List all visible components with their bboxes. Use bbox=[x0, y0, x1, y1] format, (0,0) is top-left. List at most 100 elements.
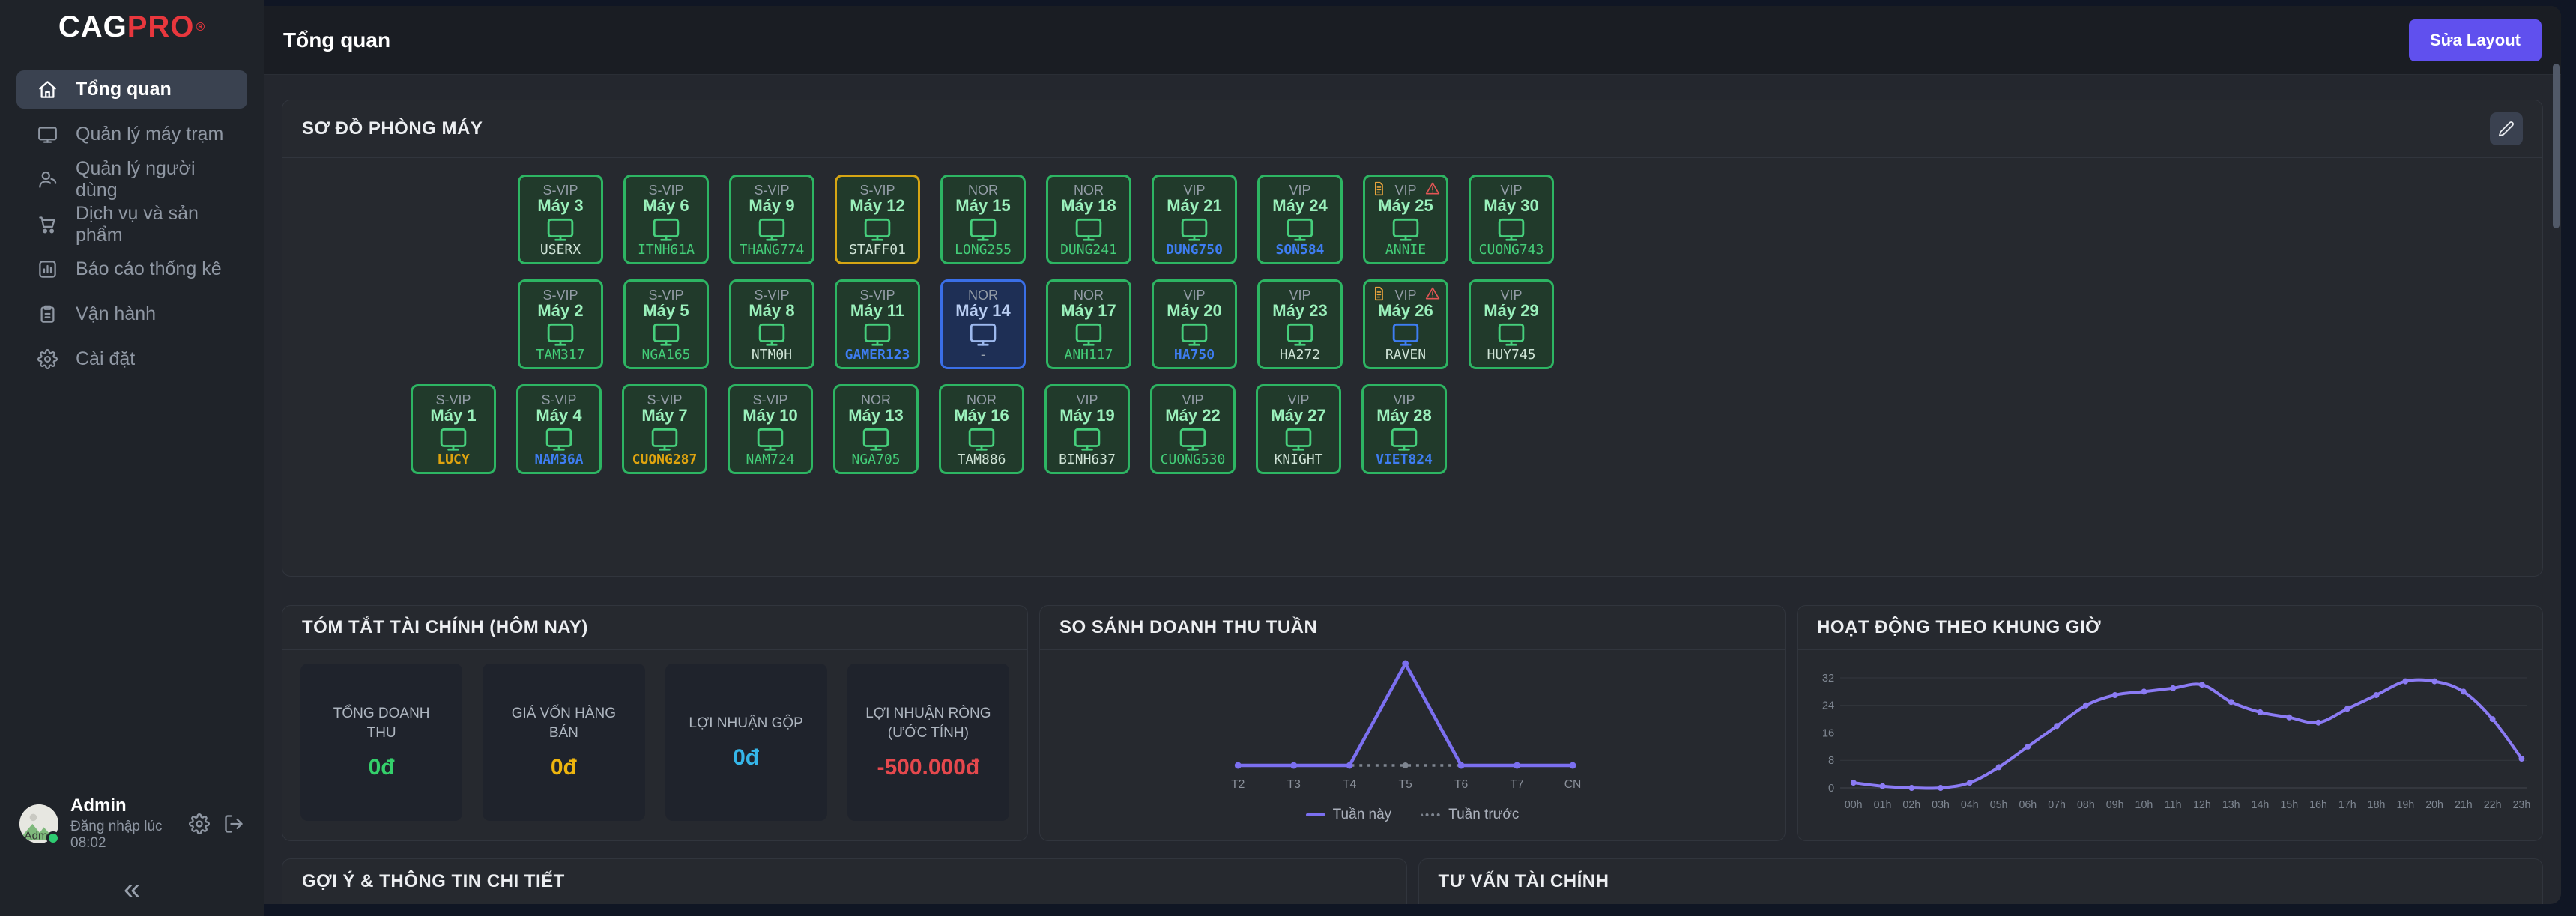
svg-text:18h: 18h bbox=[2368, 799, 2386, 811]
machine-username: CUONG287 bbox=[632, 453, 698, 467]
machine-name: Máy 1 bbox=[430, 407, 476, 425]
machine-name: Máy 30 bbox=[1484, 197, 1538, 215]
machine-tier: NOR bbox=[1074, 183, 1104, 197]
sidebar-item-report[interactable]: Báo cáo thống kê bbox=[16, 250, 247, 288]
finance-card-value: 0đ bbox=[369, 755, 395, 780]
monitor-icon bbox=[543, 425, 575, 453]
machine-card-máy-16[interactable]: NORMáy 16TAM886 bbox=[939, 384, 1024, 474]
machine-name: Máy 6 bbox=[643, 197, 689, 215]
monitor-icon bbox=[1179, 215, 1210, 243]
machine-name: Máy 12 bbox=[850, 197, 904, 215]
machine-card-máy-19[interactable]: VIPMáy 19BINH637 bbox=[1044, 384, 1130, 474]
machine-card-máy-10[interactable]: S-VIPMáy 10NAM724 bbox=[728, 384, 813, 474]
hour-chart-svg: 0816243200h01h02h03h04h05h06h07h08h09h10… bbox=[1802, 653, 2538, 827]
users-icon bbox=[37, 169, 58, 189]
machine-card-máy-5[interactable]: S-VIPMáy 5NGA165 bbox=[623, 279, 709, 369]
machine-username: BINH637 bbox=[1059, 453, 1116, 467]
monitor-icon bbox=[755, 425, 786, 453]
machine-username: DUNG241 bbox=[1060, 243, 1117, 257]
vertical-scrollbar-thumb[interactable] bbox=[2553, 64, 2560, 228]
machine-card-máy-22[interactable]: VIPMáy 22CUONG530 bbox=[1150, 384, 1236, 474]
machine-card-máy-6[interactable]: S-VIPMáy 6ITNH61A bbox=[623, 175, 709, 264]
machine-card-máy-18[interactable]: NORMáy 18DUNG241 bbox=[1046, 175, 1131, 264]
sidebar-item-label: Báo cáo thống kê bbox=[76, 258, 222, 280]
monitor-icon bbox=[1390, 215, 1421, 243]
svg-text:Adm: Adm bbox=[25, 829, 48, 842]
svg-text:15h: 15h bbox=[2280, 799, 2298, 811]
machine-tier: VIP bbox=[1182, 393, 1203, 407]
sidebar-item-monitor[interactable]: Quản lý máy trạm bbox=[16, 115, 247, 154]
finance-card: TỔNG DOANH THU 0đ bbox=[300, 664, 462, 821]
svg-text:06h: 06h bbox=[2019, 799, 2037, 811]
machine-card-máy-27[interactable]: VIPMáy 27KNIGHT bbox=[1256, 384, 1341, 474]
machine-name: Máy 14 bbox=[955, 302, 1010, 320]
sidebar-item-label: Dịch vụ và sản phẩm bbox=[76, 203, 226, 246]
hourly-activity-header: HOẠT ĐỘNG THEO KHUNG GIỜ bbox=[1798, 606, 2542, 650]
monitor-icon bbox=[862, 320, 893, 348]
machine-tier: NOR bbox=[861, 393, 891, 407]
machine-name: Máy 9 bbox=[749, 197, 794, 215]
report-icon bbox=[37, 259, 58, 279]
machine-card-máy-26[interactable]: VIPMáy 26RAVEN bbox=[1363, 279, 1448, 369]
sidebar-collapse-button[interactable]: « bbox=[106, 874, 158, 904]
machine-username: CUONG530 bbox=[1161, 453, 1226, 467]
sidebar-item-clipboard[interactable]: Vận hành bbox=[16, 295, 247, 333]
sidebar-nav: Tổng quan Quản lý máy trạm Quản lý người d… bbox=[0, 55, 264, 385]
machine-card-máy-21[interactable]: VIPMáy 21DUNG750 bbox=[1152, 175, 1237, 264]
machine-card-máy-14[interactable]: NORMáy 14- bbox=[940, 279, 1026, 369]
edit-layout-button[interactable]: Sửa Layout bbox=[2409, 19, 2542, 61]
monitor-icon bbox=[650, 320, 682, 348]
machine-card-máy-28[interactable]: VIPMáy 28VIET824 bbox=[1361, 384, 1447, 474]
machine-card-máy-4[interactable]: S-VIPMáy 4NAM36A bbox=[516, 384, 602, 474]
machine-card-máy-30[interactable]: VIPMáy 30CUONG743 bbox=[1469, 175, 1554, 264]
sidebar-item-gear[interactable]: Cài đặt bbox=[16, 340, 247, 378]
bottom-row: GỢI Ý & THÔNG TIN CHI TIẾT TƯ VẤN TÀI CH… bbox=[282, 858, 2543, 904]
sidebar-item-home[interactable]: Tổng quan bbox=[16, 70, 247, 109]
finance-card-label: TỔNG DOANH THU bbox=[317, 704, 446, 742]
machine-card-máy-13[interactable]: NORMáy 13NGA705 bbox=[833, 384, 919, 474]
monitor-icon bbox=[756, 320, 787, 348]
svg-text:07h: 07h bbox=[2048, 799, 2066, 811]
machine-card-máy-11[interactable]: S-VIPMáy 11GAMER123 bbox=[835, 279, 920, 369]
machine-name: Máy 28 bbox=[1376, 407, 1431, 425]
sidebar-item-label: Cài đặt bbox=[76, 348, 135, 370]
machine-card-máy-9[interactable]: S-VIPMáy 9THANG774 bbox=[729, 175, 814, 264]
machine-card-máy-3[interactable]: S-VIPMáy 3USERX bbox=[518, 175, 603, 264]
machine-tier: NOR bbox=[968, 288, 998, 302]
svg-text:T3: T3 bbox=[1287, 778, 1301, 791]
dashboard-row: TÓM TẮT TÀI CHÍNH (HÔM NAY) TỔNG DOANH T… bbox=[282, 605, 2543, 841]
logout-icon[interactable] bbox=[223, 813, 244, 834]
machine-name: Máy 26 bbox=[1378, 302, 1433, 320]
machine-card-máy-17[interactable]: NORMáy 17ANH117 bbox=[1046, 279, 1131, 369]
machine-tier: VIP bbox=[1393, 393, 1415, 407]
svg-text:23h: 23h bbox=[2513, 799, 2531, 811]
machine-tier: S-VIP bbox=[859, 288, 895, 302]
machine-card-máy-7[interactable]: S-VIPMáy 7CUONG287 bbox=[622, 384, 707, 474]
monitor-icon bbox=[1496, 320, 1527, 348]
machine-card-máy-25[interactable]: VIPMáy 25ANNIE bbox=[1363, 175, 1448, 264]
machine-card-máy-24[interactable]: VIPMáy 24SON584 bbox=[1257, 175, 1343, 264]
svg-text:16: 16 bbox=[1822, 727, 1834, 739]
monitor-icon bbox=[545, 320, 576, 348]
monitor-icon bbox=[860, 425, 892, 453]
svg-text:T6: T6 bbox=[1454, 778, 1469, 791]
content: SƠ ĐỒ PHÒNG MÁY S-VIPMáy 3USERXS-VIPMáy … bbox=[264, 75, 2561, 904]
settings-icon[interactable] bbox=[189, 813, 210, 834]
machine-card-máy-8[interactable]: S-VIPMáy 8NTM0H bbox=[729, 279, 814, 369]
machine-card-máy-2[interactable]: S-VIPMáy 2TAM317 bbox=[518, 279, 603, 369]
svg-text:17h: 17h bbox=[2338, 799, 2356, 811]
machine-tier: NOR bbox=[967, 393, 997, 407]
svg-text:CN: CN bbox=[1564, 778, 1582, 791]
machine-card-máy-1[interactable]: S-VIPMáy 1LUCY bbox=[411, 384, 496, 474]
sidebar-item-users[interactable]: Quản lý người dùng bbox=[16, 160, 247, 198]
machine-name: Máy 7 bbox=[641, 407, 687, 425]
sidebar-item-cart[interactable]: Dịch vụ và sản phẩm bbox=[16, 205, 247, 243]
machine-card-máy-23[interactable]: VIPMáy 23HA272 bbox=[1257, 279, 1343, 369]
monitor-icon bbox=[1284, 215, 1316, 243]
sidebar-item-label: Quản lý người dùng bbox=[76, 158, 226, 201]
machine-card-máy-29[interactable]: VIPMáy 29HUY745 bbox=[1469, 279, 1554, 369]
machine-card-máy-12[interactable]: S-VIPMáy 12STAFF01 bbox=[835, 175, 920, 264]
machine-card-máy-20[interactable]: VIPMáy 20HA750 bbox=[1152, 279, 1237, 369]
edit-map-button[interactable] bbox=[2490, 112, 2523, 145]
machine-card-máy-15[interactable]: NORMáy 15LONG255 bbox=[940, 175, 1026, 264]
